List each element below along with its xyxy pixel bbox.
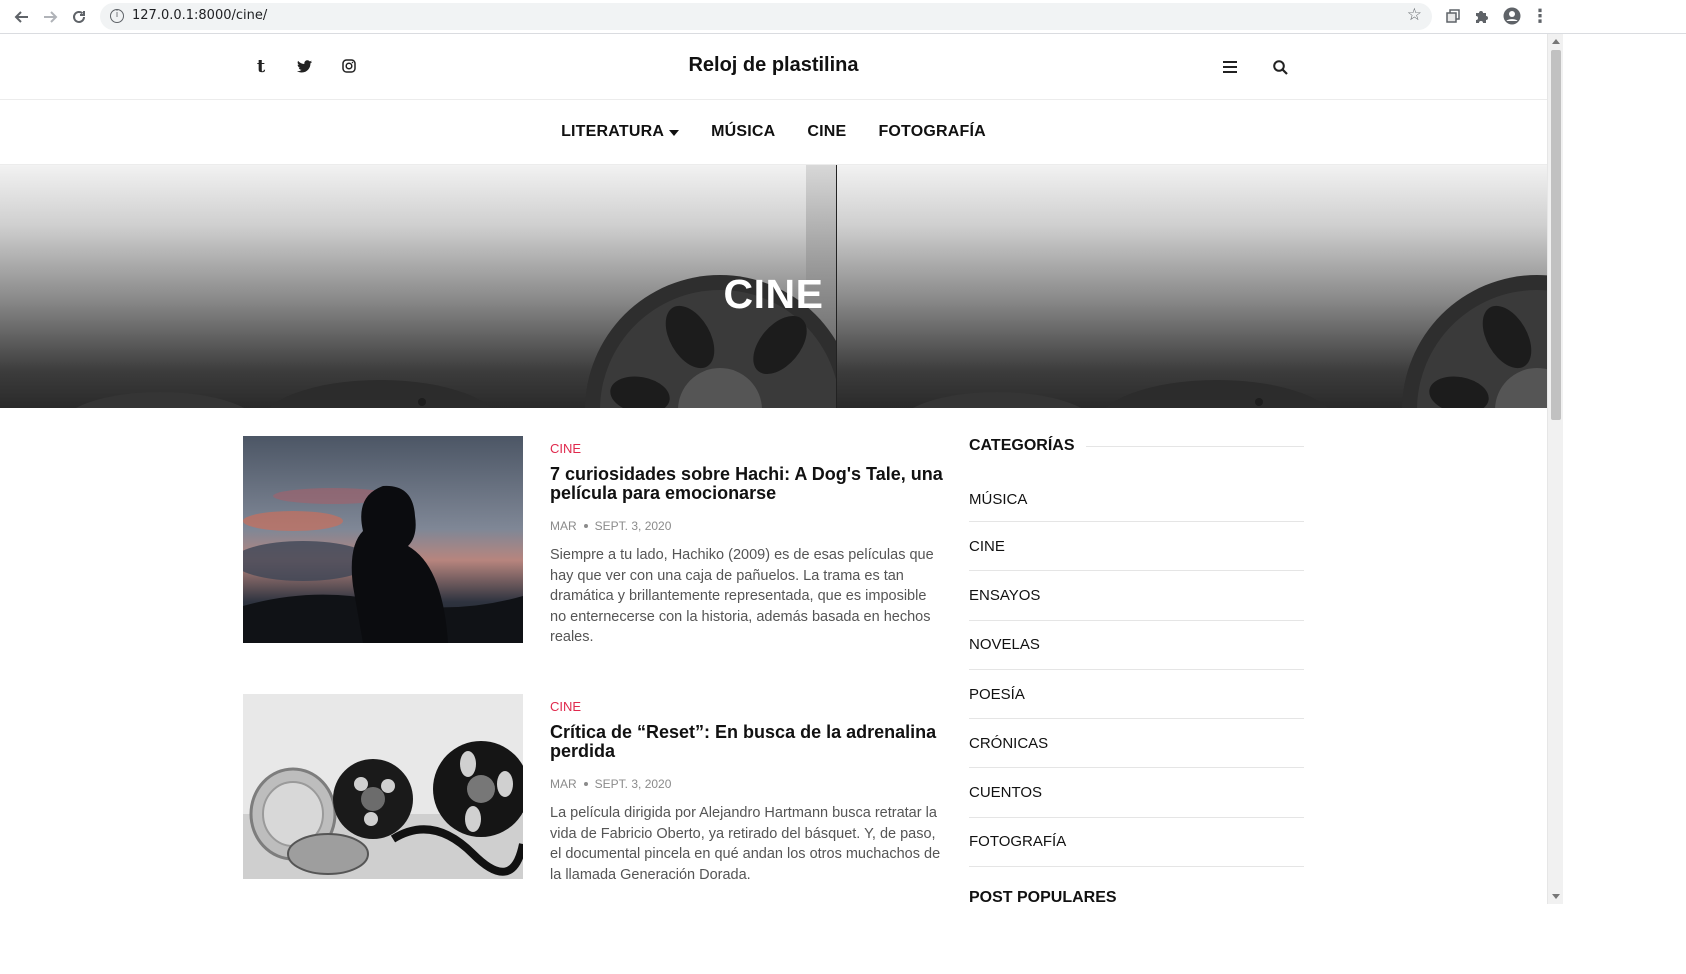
article-title[interactable]: Crítica de “Reset”: En busca de la adren… [550, 723, 945, 761]
search-icon[interactable] [1270, 57, 1290, 77]
hamburger-menu-icon[interactable] [1220, 57, 1240, 77]
page-scrollbar[interactable] [1547, 34, 1563, 904]
category-list: MÚSICA CINE ENSAYOS NOVELAS POESÍA CRÓNI… [969, 478, 1304, 868]
nav-item-label: LITERATURA [561, 123, 665, 140]
category-item-cuentos[interactable]: CUENTOS [969, 768, 1304, 818]
category-title: CINE [723, 271, 824, 317]
extension-copy-icon[interactable] [1443, 6, 1463, 26]
article-category-tag[interactable]: CINE [550, 699, 945, 714]
sidebar: CATEGORÍAS MÚSICA CINE ENSAYOS NOVELAS P… [969, 436, 1304, 904]
caret-down-icon [669, 129, 680, 136]
nav-item-label: CINE [807, 123, 847, 140]
article-meta: MAR SEPT. 3, 2020 [550, 519, 945, 533]
nav-item-cine[interactable]: CINE [807, 123, 846, 141]
separator-dot-icon [583, 782, 588, 786]
category-item-poesia[interactable]: POESÍA [969, 670, 1304, 720]
article-date: SEPT. 3, 2020 [594, 777, 672, 791]
url-text[interactable]: 127.0.0.1:8000/cine/ [132, 8, 267, 23]
article-excerpt: La película dirigida por Alejandro Hartm… [550, 805, 941, 883]
categories-title: CATEGORÍAS [969, 437, 1075, 454]
article-thumbnail[interactable] [243, 694, 523, 879]
article-date: SEPT. 3, 2020 [594, 519, 672, 533]
scroll-down-arrow-icon[interactable] [1552, 894, 1560, 899]
scroll-thumb[interactable] [1551, 50, 1561, 420]
account-icon[interactable] [1502, 6, 1522, 26]
categories-heading: CATEGORÍAS [969, 436, 1304, 456]
nav-item-fotografia[interactable]: FOTOGRAFÍA [878, 123, 985, 141]
article-excerpt: Siempre a tu lado, Hachiko (2009) es de … [550, 547, 934, 645]
browser-toolbar: i 127.0.0.1:8000/cine/ ☆ ⋮ [0, 0, 1686, 34]
article-author[interactable]: MAR [550, 777, 577, 791]
category-item-fotografia[interactable]: FOTOGRAFÍA [969, 818, 1304, 868]
nav-item-literatura[interactable]: LITERATURA [561, 123, 680, 141]
nav-item-musica[interactable]: MÚSICA [711, 123, 775, 141]
category-item-musica[interactable]: MÚSICA [969, 478, 1304, 522]
heading-divider [1086, 445, 1304, 447]
article-author[interactable]: MAR [550, 519, 577, 533]
article-category-tag[interactable]: CINE [550, 441, 945, 456]
category-item-ensayos[interactable]: ENSAYOS [969, 571, 1304, 621]
extensions-puzzle-icon[interactable] [1472, 6, 1492, 26]
category-item-novelas[interactable]: NOVELAS [969, 621, 1304, 670]
bookmark-star-icon[interactable]: ☆ [1407, 5, 1422, 25]
site-title[interactable]: Reloj de plastilina [0, 54, 1547, 77]
site-info-icon[interactable]: i [110, 9, 124, 23]
page: t Reloj de plastilina LITERATURA MÚSICA … [0, 34, 1547, 904]
category-hero-banner: CINE [0, 165, 1547, 408]
site-header: t Reloj de plastilina [0, 34, 1547, 100]
address-bar[interactable]: i 127.0.0.1:8000/cine/ ☆ [100, 3, 1432, 30]
browser-menu-icon[interactable]: ⋮ [1530, 6, 1550, 26]
back-arrow-icon[interactable] [10, 6, 32, 28]
article-body: CINE 7 curiosidades sobre Hachi: A Dog's… [550, 436, 945, 648]
main-navigation: LITERATURA MÚSICA CINE FOTOGRAFÍA [0, 100, 1547, 165]
popular-posts-title: POST POPULARES [969, 889, 1117, 904]
article-title[interactable]: 7 curiosidades sobre Hachi: A Dog's Tale… [550, 465, 945, 503]
article-thumbnail[interactable] [243, 436, 523, 643]
nav-item-label: FOTOGRAFÍA [878, 123, 986, 140]
article-body: CINE Crítica de “Reset”: En busca de la … [550, 694, 945, 885]
scroll-up-arrow-icon[interactable] [1552, 39, 1560, 44]
article-meta: MAR SEPT. 3, 2020 [550, 777, 945, 791]
separator-dot-icon [583, 524, 588, 528]
category-item-cronicas[interactable]: CRÓNICAS [969, 719, 1304, 769]
forward-arrow-icon[interactable] [40, 6, 62, 28]
silhouette-sunset-image [243, 436, 523, 643]
reload-icon[interactable] [68, 6, 90, 28]
nav-item-label: MÚSICA [711, 123, 776, 140]
film-reels-image [243, 694, 523, 879]
category-item-cine[interactable]: CINE [969, 522, 1304, 572]
